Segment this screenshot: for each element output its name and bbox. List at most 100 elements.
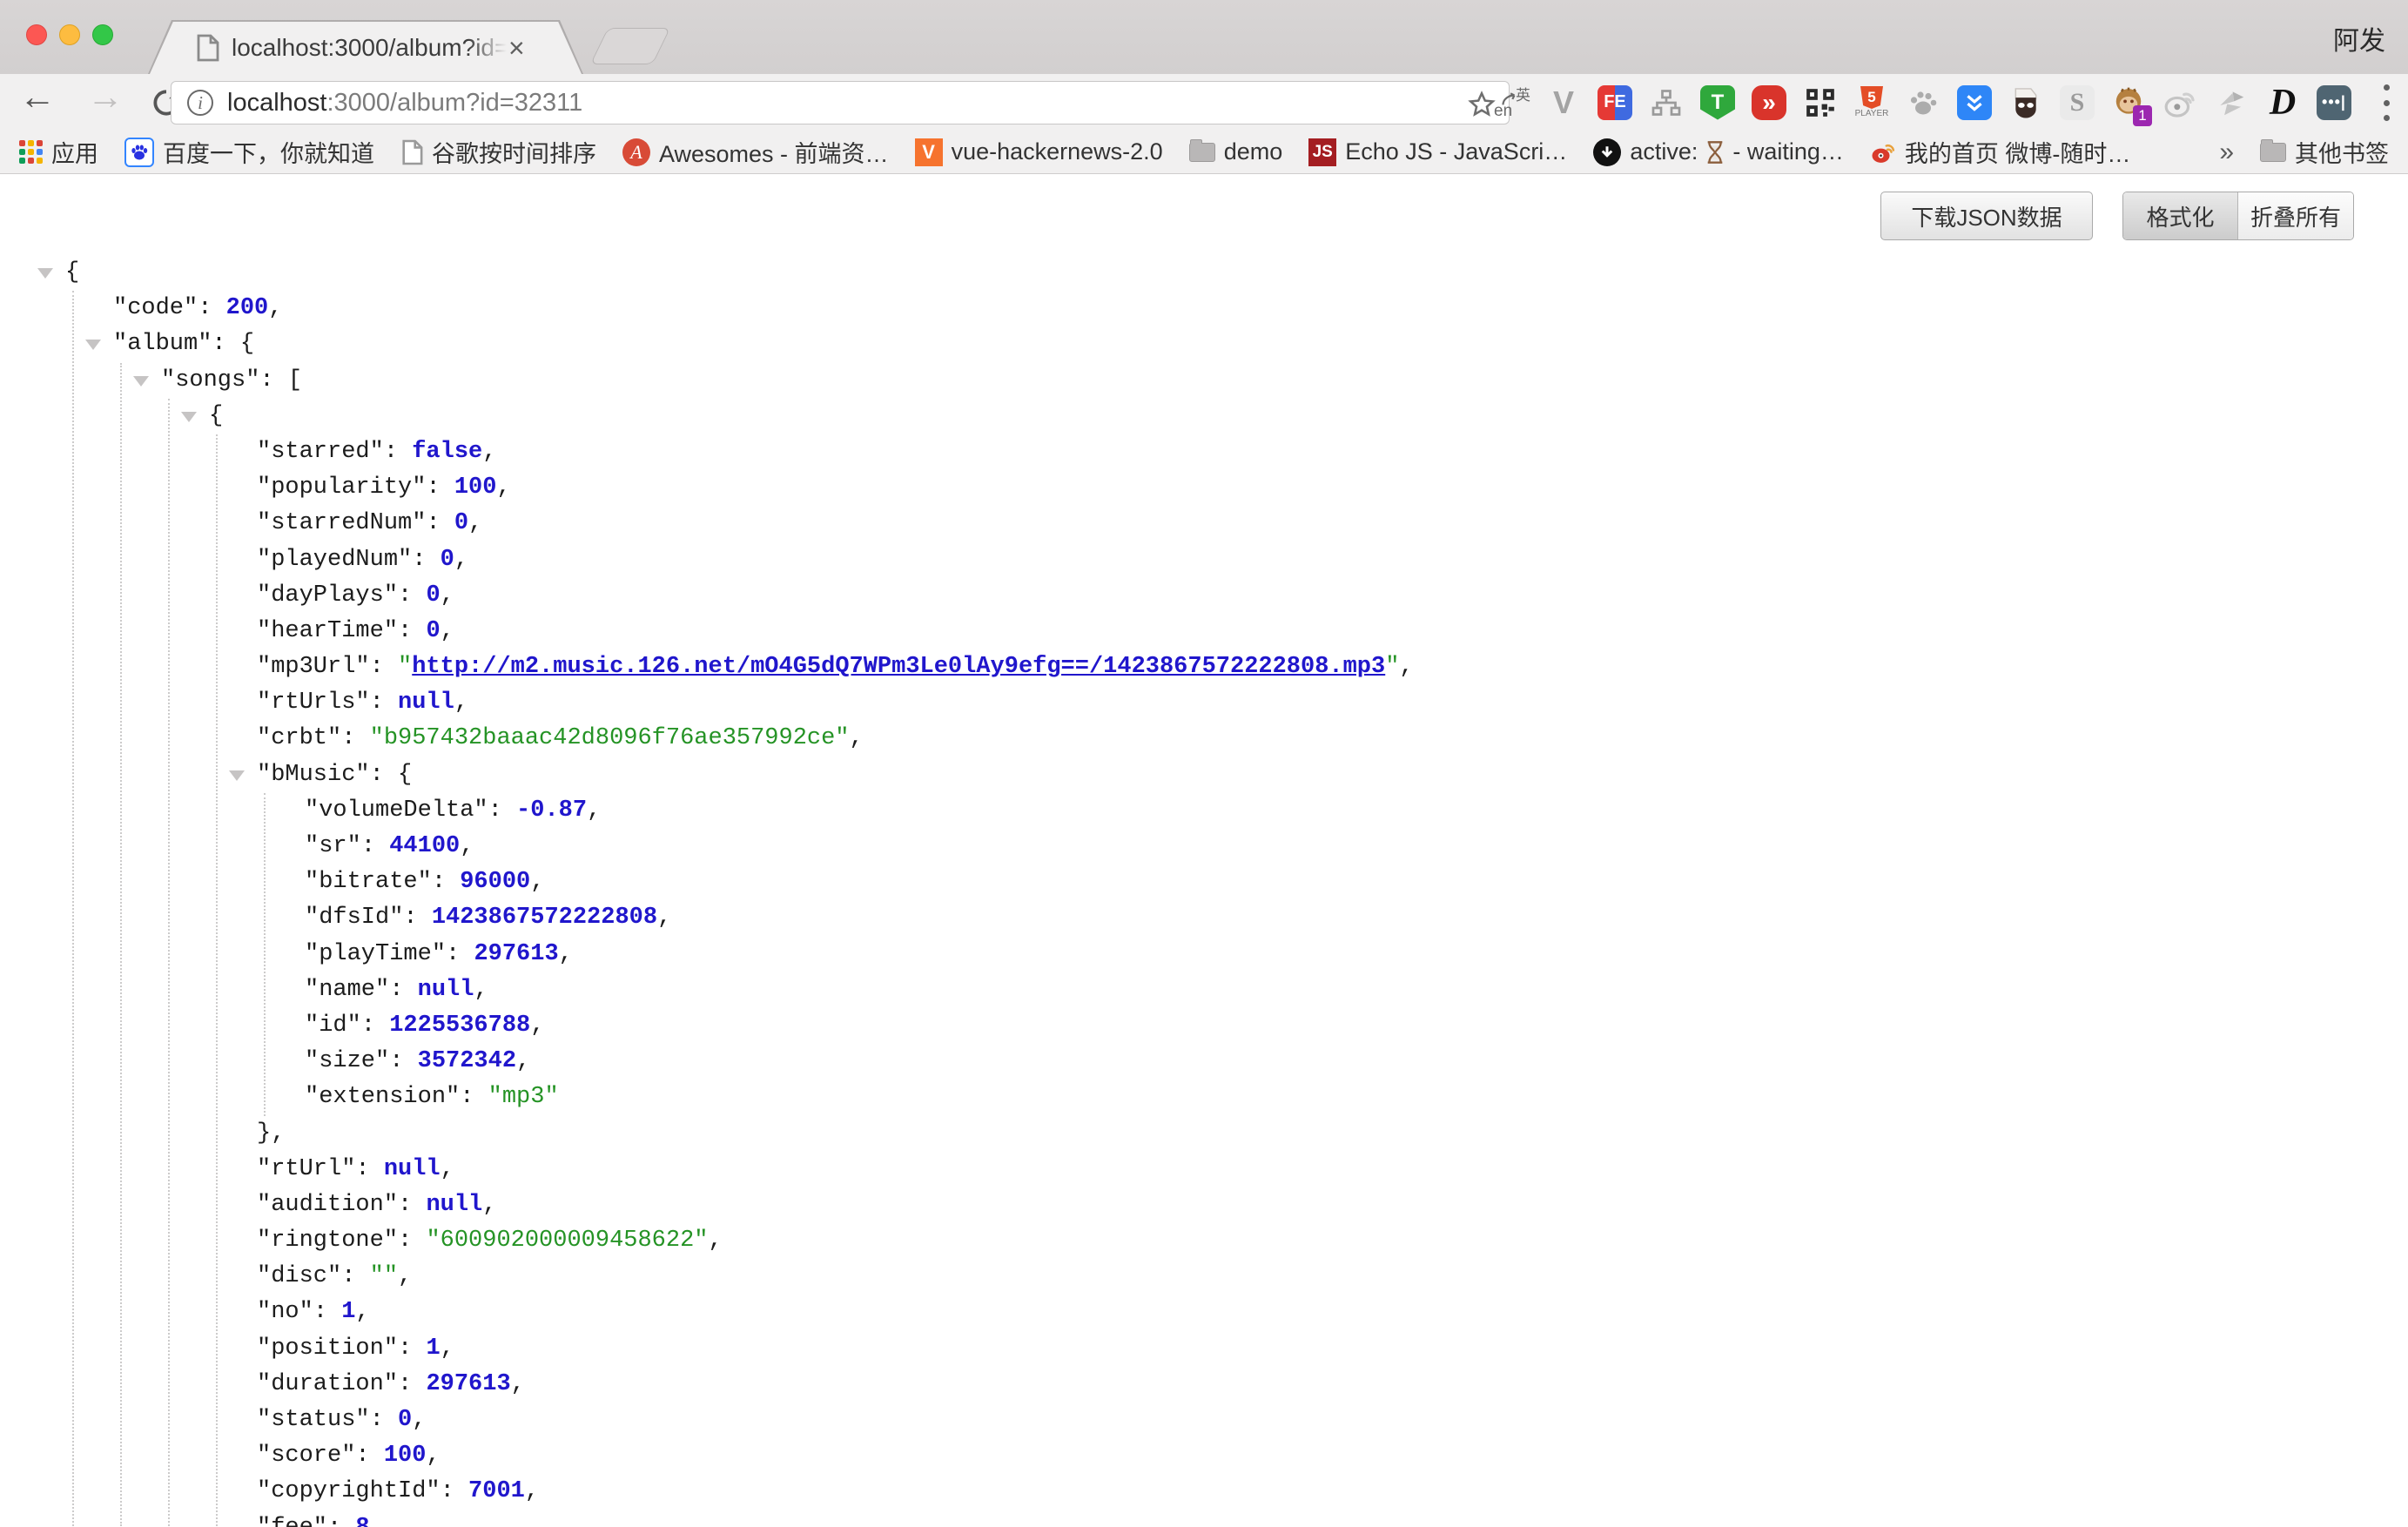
json-row: "position": 1, — [0, 1331, 2408, 1367]
collapse-toggle-icon[interactable] — [181, 412, 197, 422]
fastforward-extension-icon[interactable]: » — [1751, 84, 1787, 121]
bookmark-awesomes[interactable]: A Awesomes - 前端资… — [622, 135, 889, 169]
json-token: "mp3" — [488, 1084, 559, 1110]
vue-devtools-extension-icon[interactable]: V — [1545, 84, 1582, 121]
json-token: "rtUrls" — [257, 690, 370, 716]
indent-guide — [72, 291, 74, 1526]
json-token: "dfsId" — [305, 905, 403, 931]
json-token: : — [426, 510, 454, 536]
json-token: : { — [370, 762, 413, 788]
bookmark-active-download[interactable]: active: - waiting… — [1593, 138, 1844, 166]
blue-chevron-extension-icon[interactable] — [1956, 84, 1993, 121]
json-token: "600902000009458622" — [426, 1228, 708, 1254]
json-token: 1225536788 — [389, 1012, 530, 1039]
page-info-icon[interactable]: i — [187, 90, 213, 116]
json-token: : — [460, 1084, 488, 1110]
json-token: "album" — [113, 331, 212, 357]
mp3-url-link[interactable]: http://m2.music.126.net/mO4G5dQ7WPm3Le0l… — [412, 654, 1385, 680]
json-token: "fee" — [257, 1515, 327, 1527]
json-token: : — [398, 1228, 426, 1254]
s-extension-icon[interactable]: S — [2059, 84, 2095, 121]
json-token: { — [209, 403, 223, 429]
json-row: "bitrate": 96000, — [0, 864, 2408, 900]
translate-extension-icon[interactable]: 英 en — [1494, 84, 1530, 121]
json-token: : — [398, 1192, 426, 1218]
other-bookmarks[interactable]: 其他书签 — [2260, 135, 2389, 169]
json-token: 44100 — [389, 833, 460, 859]
json-token: }, — [257, 1120, 285, 1147]
new-tab-button[interactable] — [590, 28, 670, 64]
bookmarks-overflow-chevron[interactable]: » — [2219, 138, 2234, 167]
window-close-button[interactable] — [26, 24, 47, 45]
baidu-paw-icon — [124, 138, 154, 167]
json-token: , — [850, 725, 864, 751]
weibo-extension-icon[interactable] — [2162, 84, 2198, 121]
bookmark-echojs[interactable]: JS Echo JS - JavaScri… — [1308, 138, 1567, 166]
collapse-toggle-icon[interactable] — [229, 770, 245, 781]
json-row: "status": 0, — [0, 1403, 2408, 1438]
browser-menu-button[interactable] — [2382, 84, 2391, 121]
bookmark-demo[interactable]: demo — [1189, 138, 1283, 165]
json-token: 0 — [454, 510, 468, 536]
page-icon — [400, 139, 423, 165]
json-token: : — [432, 869, 460, 895]
json-token: , — [482, 1192, 496, 1218]
fe-extension-icon[interactable]: FE — [1597, 84, 1633, 121]
qrcode-extension-icon[interactable] — [1802, 84, 1839, 121]
json-token: : — [412, 547, 440, 573]
json-row: "rtUrl": null, — [0, 1152, 2408, 1187]
tampermonkey-extension-icon[interactable]: T — [1699, 84, 1736, 121]
json-token: , — [426, 1443, 440, 1469]
collapse-toggle-icon[interactable] — [133, 376, 149, 387]
bookmark-star-icon[interactable] — [1467, 90, 1497, 119]
json-token: : — [398, 1371, 426, 1397]
window-maximize-button[interactable] — [92, 24, 113, 45]
json-token: 100 — [454, 474, 497, 501]
hummingbird-extension-icon[interactable] — [2213, 84, 2250, 121]
json-row: "ringtone": "600902000009458622", — [0, 1223, 2408, 1259]
address-bar[interactable]: i localhost:3000/album?id=32311 — [171, 81, 1510, 124]
json-token: 0 — [426, 582, 440, 609]
mask-extension-icon[interactable] — [2008, 84, 2044, 121]
bookmark-apps[interactable]: 应用 — [19, 135, 98, 169]
url-text: localhost:3000/album?id=32311 — [227, 89, 582, 118]
json-token: null — [418, 977, 474, 1003]
json-token: , — [530, 1012, 544, 1039]
json-token: , — [441, 1335, 454, 1362]
monkey-extension-icon[interactable]: 1 — [2110, 84, 2147, 121]
json-token: , — [496, 474, 510, 501]
json-row: "code": 200, — [0, 291, 2408, 326]
json-token: "playTime" — [305, 941, 446, 967]
page-content: 下载JSON数据 格式化 折叠所有 {"code": 200,"album": … — [0, 174, 2408, 1526]
json-token: , — [370, 1515, 384, 1527]
json-token: "no" — [257, 1299, 313, 1325]
back-button[interactable]: ← — [19, 76, 56, 118]
json-row: "crbt": "b957432baaac42d8096f76ae357992c… — [0, 721, 2408, 757]
window-minimize-button[interactable] — [59, 24, 80, 45]
collapse-toggle-icon[interactable] — [85, 340, 101, 350]
d-extension-icon[interactable]: D — [2264, 84, 2301, 121]
json-row: { — [0, 399, 2408, 434]
active-tab[interactable]: localhost:3000/album?id=323 × — [150, 22, 582, 74]
bookmarks-bar: 应用 百度一下，你就知道 谷歌按时间排序 A Awesomes - 前端资… V… — [0, 131, 2408, 174]
lastpass-extension-icon[interactable]: •••| — [2316, 84, 2352, 121]
json-token: 3572342 — [418, 1048, 516, 1074]
collapse-toggle-icon[interactable] — [37, 268, 53, 279]
tab-close-icon[interactable]: × — [508, 34, 525, 62]
json-token: , — [454, 547, 468, 573]
bookmark-baidu[interactable]: 百度一下，你就知道 — [124, 135, 374, 169]
browser-profile-name[interactable]: 阿发 — [2333, 19, 2385, 57]
json-row: "duration": 297613, — [0, 1367, 2408, 1403]
json-row: "mp3Url": "http://m2.music.126.net/mO4G5… — [0, 649, 2408, 685]
html5-player-extension-icon[interactable]: 5 PLAYER — [1853, 84, 1890, 121]
paw-extension-icon[interactable] — [1905, 84, 1941, 121]
json-token: , — [559, 941, 573, 967]
bookmark-weibo[interactable]: 我的首页 微博-随时… — [1870, 135, 2131, 169]
json-row: "album": { — [0, 326, 2408, 362]
bookmark-google-sort[interactable]: 谷歌按时间排序 — [400, 135, 596, 169]
sitemap-extension-icon[interactable] — [1648, 84, 1685, 121]
bookmark-vue-hackernews[interactable]: V vue-hackernews-2.0 — [915, 138, 1163, 166]
json-token: "volumeDelta" — [305, 797, 488, 824]
json-token: "crbt" — [257, 725, 341, 751]
json-token: , — [530, 869, 544, 895]
